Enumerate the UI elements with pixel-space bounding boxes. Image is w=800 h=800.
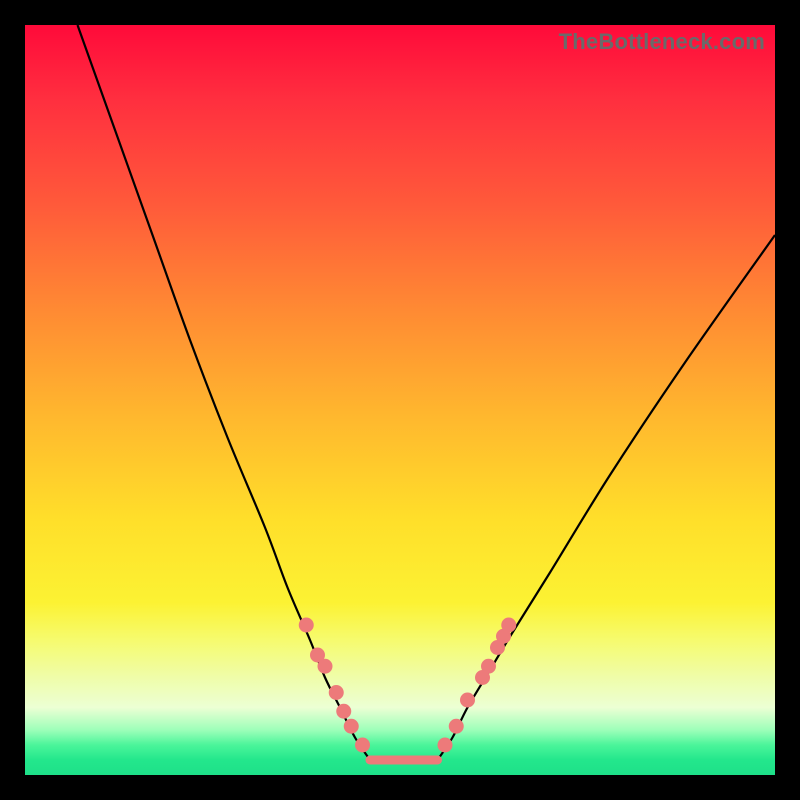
curve-left bbox=[78, 25, 371, 760]
data-point bbox=[438, 738, 453, 753]
data-point bbox=[344, 719, 359, 734]
data-point bbox=[501, 618, 516, 633]
chart-frame: TheBottleneck.com bbox=[0, 0, 800, 800]
plot-area: TheBottleneck.com bbox=[25, 25, 775, 775]
data-point bbox=[318, 659, 333, 674]
data-point bbox=[449, 719, 464, 734]
scatter-right bbox=[438, 618, 517, 753]
data-point bbox=[336, 704, 351, 719]
chart-svg bbox=[25, 25, 775, 775]
data-point bbox=[329, 685, 344, 700]
data-point bbox=[481, 659, 496, 674]
data-point bbox=[299, 618, 314, 633]
data-point bbox=[355, 738, 370, 753]
data-point bbox=[460, 693, 475, 708]
